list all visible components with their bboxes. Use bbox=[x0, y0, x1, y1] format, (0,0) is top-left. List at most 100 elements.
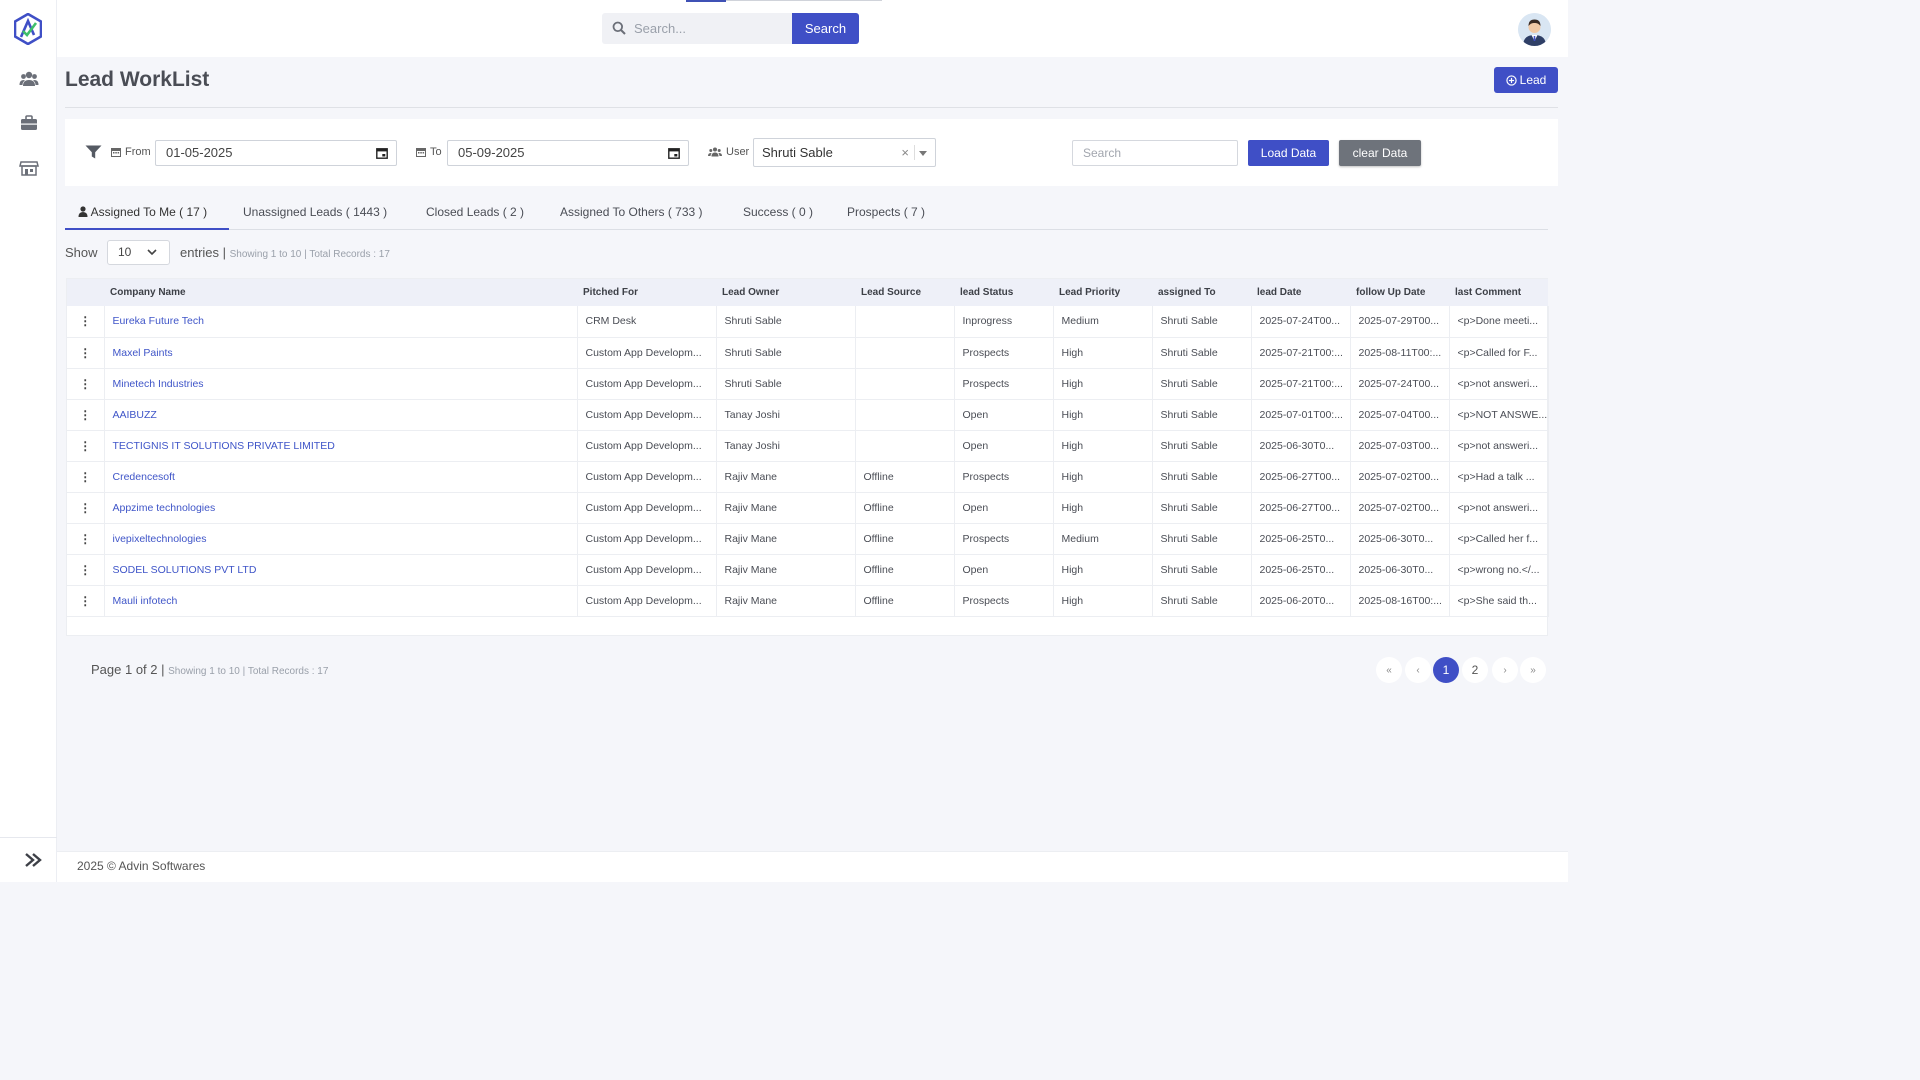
column-header[interactable]: lead Status bbox=[954, 279, 1053, 306]
tab-assigned-to-me[interactable]: Assigned To Me ( 17 ) bbox=[78, 205, 207, 219]
calendar-picker-icon[interactable] bbox=[668, 147, 680, 159]
company-name-link[interactable]: Minetech Industries bbox=[104, 368, 578, 399]
page-2-button[interactable]: 2 bbox=[1462, 657, 1488, 683]
column-header[interactable]: Lead Owner bbox=[716, 279, 855, 306]
clear-data-button[interactable]: clear Data bbox=[1339, 140, 1421, 166]
row-actions-menu-icon[interactable]: ⋮ bbox=[67, 523, 105, 554]
column-header[interactable]: Lead Priority bbox=[1053, 279, 1152, 306]
table-cell: Rajiv Mane bbox=[716, 585, 856, 616]
from-date-value: 01-05-2025 bbox=[166, 145, 233, 160]
table-cell: 2025-07-02T00... bbox=[1350, 461, 1450, 492]
chevron-down-icon bbox=[147, 249, 157, 256]
table-row[interactable]: ⋮ Eureka Future Tech CRM Desk Shruti Sable I… bbox=[67, 306, 1549, 337]
table-row[interactable]: ⋮ Appzime technologies Custom App Developm… bbox=[67, 492, 1549, 523]
to-date-input[interactable]: 05-09-2025 bbox=[447, 140, 689, 166]
filter-search-input[interactable] bbox=[1072, 140, 1238, 166]
row-actions-menu-icon[interactable]: ⋮ bbox=[67, 554, 105, 585]
table-row[interactable]: ⋮ Minetech Industries Custom App Developm.… bbox=[67, 368, 1549, 399]
table-row[interactable]: ⋮ Mauli infotech Custom App Developm... Raj… bbox=[67, 585, 1549, 616]
table-cell: CRM Desk bbox=[577, 306, 717, 337]
app-logo-icon[interactable] bbox=[14, 13, 42, 45]
row-actions-menu-icon[interactable]: ⋮ bbox=[67, 461, 105, 492]
last-page-button[interactable]: » bbox=[1520, 657, 1546, 683]
first-page-button[interactable]: « bbox=[1376, 657, 1402, 683]
column-header[interactable]: Pitched For bbox=[577, 279, 716, 306]
table-cell: 2025-07-24T00... bbox=[1251, 306, 1351, 337]
table-row[interactable]: ⋮ SODEL SOLUTIONS PVT LTD Custom App Devel… bbox=[67, 554, 1549, 585]
add-lead-button[interactable]: Lead bbox=[1494, 67, 1558, 93]
tab-unassigned-leads[interactable]: Unassigned Leads ( 1443 ) bbox=[243, 205, 387, 219]
header-divider bbox=[65, 107, 1558, 108]
store-icon[interactable] bbox=[19, 159, 39, 177]
page-1-button[interactable]: 1 bbox=[1433, 657, 1459, 683]
entries-text: entries | bbox=[180, 245, 227, 260]
table-header-row: Company Name Pitched For Lead Owner Lead So… bbox=[67, 279, 1548, 306]
page-title: Lead WorkList bbox=[65, 68, 210, 91]
table-cell: 2025-06-30T0... bbox=[1350, 523, 1450, 554]
company-name-link[interactable]: Maxel Paints bbox=[104, 337, 578, 368]
expand-sidebar-icon[interactable] bbox=[23, 851, 43, 869]
row-actions-menu-icon[interactable]: ⋮ bbox=[67, 306, 105, 337]
column-header[interactable]: Lead Source bbox=[855, 279, 954, 306]
prev-page-button[interactable]: ‹ bbox=[1405, 657, 1431, 683]
table-cell: Custom App Developm... bbox=[577, 399, 717, 430]
column-header[interactable]: lead Date bbox=[1251, 279, 1350, 306]
table-cell: High bbox=[1053, 430, 1153, 461]
tab-prospects[interactable]: Prospects ( 7 ) bbox=[847, 205, 925, 219]
company-name-link[interactable]: Mauli infotech bbox=[104, 585, 578, 616]
avatar-icon bbox=[1518, 13, 1551, 46]
calendar-to-icon bbox=[416, 148, 426, 157]
row-actions-menu-icon[interactable]: ⋮ bbox=[67, 492, 105, 523]
clear-user-icon[interactable]: × bbox=[901, 139, 909, 166]
tab-label: Assigned To Me ( 17 ) bbox=[90, 205, 208, 219]
to-date-value: 05-09-2025 bbox=[458, 145, 525, 160]
users-icon[interactable] bbox=[19, 70, 39, 88]
calendar-picker-icon[interactable] bbox=[376, 147, 388, 159]
company-name-link[interactable]: TECTIGNIS IT SOLUTIONS PRIVATE LIMITED bbox=[104, 430, 578, 461]
row-actions-menu-icon[interactable]: ⋮ bbox=[67, 368, 105, 399]
company-name-link[interactable]: ivepixeltechnologies bbox=[104, 523, 578, 554]
tab-label: Success ( 0 ) bbox=[743, 205, 814, 219]
table-row[interactable]: ⋮ AAIBUZZ Custom App Developm... Tanay Josh… bbox=[67, 399, 1549, 430]
table-row[interactable]: ⋮ TECTIGNIS IT SOLUTIONS PRIVATE LIMITED C… bbox=[67, 430, 1549, 461]
company-name-link[interactable]: Appzime technologies bbox=[104, 492, 578, 523]
table-row[interactable]: ⋮ Credencesoft Custom App Developm... Rajiv… bbox=[67, 461, 1549, 492]
entries-per-page-select[interactable]: 10 bbox=[107, 240, 170, 265]
table-cell: 2025-06-25T0... bbox=[1251, 523, 1351, 554]
company-name-link[interactable]: SODEL SOLUTIONS PVT LTD bbox=[104, 554, 578, 585]
tab-closed-leads[interactable]: Closed Leads ( 2 ) bbox=[426, 205, 524, 219]
footer-copyright: 2025 © Advin Softwares bbox=[77, 859, 206, 873]
global-search-input[interactable] bbox=[634, 13, 789, 44]
briefcase-icon[interactable] bbox=[19, 114, 39, 132]
table-cell: Open bbox=[954, 430, 1054, 461]
column-header[interactable]: Company Name bbox=[104, 279, 577, 306]
company-name-link[interactable]: AAIBUZZ bbox=[104, 399, 578, 430]
tab-label: Closed Leads ( 2 ) bbox=[426, 205, 525, 219]
company-name-link[interactable]: Credencesoft bbox=[104, 461, 578, 492]
table-row[interactable]: ⋮ Maxel Paints Custom App Developm... Shrut… bbox=[67, 337, 1549, 368]
column-header[interactable]: follow Up Date bbox=[1350, 279, 1449, 306]
global-search-button[interactable]: Search bbox=[792, 13, 859, 44]
table-cell: Open bbox=[954, 492, 1054, 523]
row-actions-menu-icon[interactable]: ⋮ bbox=[67, 430, 105, 461]
show-label: Show bbox=[65, 245, 98, 260]
filter-icon[interactable] bbox=[85, 145, 102, 159]
row-actions-menu-icon[interactable]: ⋮ bbox=[67, 585, 105, 616]
table-row[interactable]: ⋮ ivepixeltechnologies Custom App Developm… bbox=[67, 523, 1549, 554]
column-header[interactable]: assigned To bbox=[1152, 279, 1251, 306]
table-cell: Shruti Sable bbox=[1152, 492, 1252, 523]
tab-assigned-to-others[interactable]: Assigned To Others ( 733 ) bbox=[560, 205, 703, 219]
row-actions-menu-icon[interactable]: ⋮ bbox=[67, 399, 105, 430]
load-data-button[interactable]: Load Data bbox=[1248, 140, 1329, 166]
from-date-input[interactable]: 01-05-2025 bbox=[155, 140, 397, 166]
table-cell: High bbox=[1053, 368, 1153, 399]
column-header[interactable]: last Comment bbox=[1449, 279, 1548, 306]
row-actions-menu-icon[interactable]: ⋮ bbox=[67, 337, 105, 368]
next-page-button[interactable]: › bbox=[1492, 657, 1518, 683]
tab-success[interactable]: Success ( 0 ) bbox=[743, 205, 813, 219]
dropdown-caret-icon[interactable] bbox=[919, 151, 927, 156]
add-lead-label: Lead bbox=[1519, 73, 1547, 87]
user-select[interactable]: Shruti Sable × bbox=[753, 138, 936, 167]
user-avatar[interactable] bbox=[1518, 13, 1551, 46]
company-name-link[interactable]: Eureka Future Tech bbox=[104, 306, 578, 337]
